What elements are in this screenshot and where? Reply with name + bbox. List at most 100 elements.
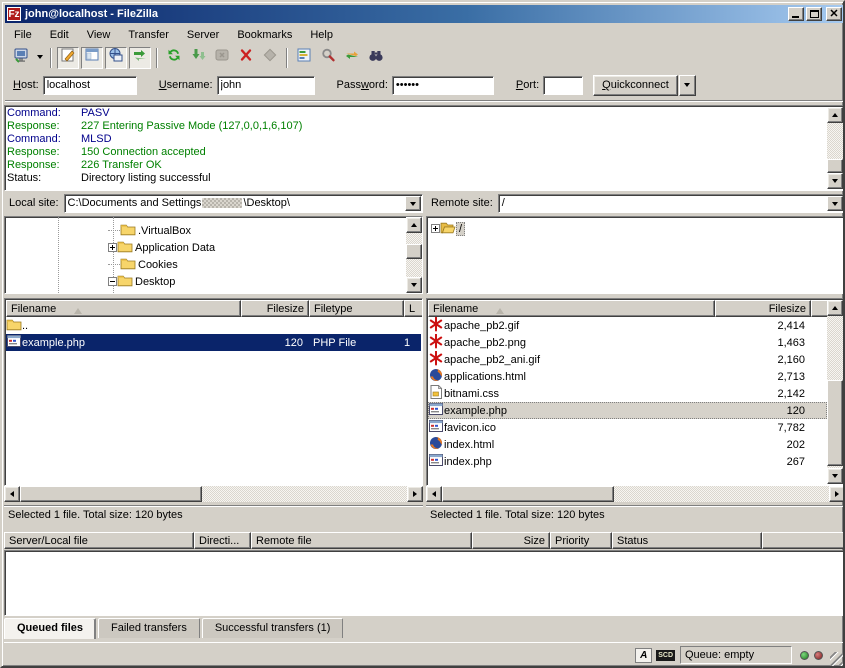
toggle-message-log-button[interactable] <box>57 47 79 69</box>
tree-expander-minus[interactable] <box>108 277 117 286</box>
scroll-thumb[interactable] <box>442 486 614 502</box>
file-row-apache-pb2-png[interactable]: apache_pb2.png1,463 <box>428 334 827 351</box>
scroll-thumb[interactable] <box>827 380 843 466</box>
tree-item-desktop[interactable]: Desktop <box>108 273 177 290</box>
scroll-right-button[interactable] <box>829 486 845 502</box>
scroll-thumb[interactable] <box>827 159 843 173</box>
host-input[interactable] <box>43 76 137 95</box>
column-header-filename[interactable]: Filename <box>6 300 241 317</box>
column-header-filesize[interactable]: Filesize <box>715 300 811 317</box>
menu-help[interactable]: Help <box>301 27 342 43</box>
menu-edit[interactable]: Edit <box>41 27 78 43</box>
disconnect-button[interactable] <box>235 47 257 69</box>
file-cell-size <box>241 317 309 334</box>
quickconnect-dropdown-button[interactable] <box>679 75 696 96</box>
local-file-list[interactable]: FilenameFilesizeFiletype L ..example.php1… <box>4 298 423 486</box>
find-files-button[interactable] <box>317 47 339 69</box>
scroll-up-button[interactable] <box>827 107 843 123</box>
file-row-bitnami-css[interactable]: bitnami.css2,142 <box>428 385 827 402</box>
local-site-dropdown-button[interactable] <box>405 196 421 211</box>
column-header-filesize[interactable]: Filesize <box>241 300 309 317</box>
site-manager-dropdown-button[interactable] <box>33 47 46 69</box>
queue-column-header-directi---[interactable]: Directi... <box>194 532 251 549</box>
column-header-l[interactable]: L <box>404 300 423 317</box>
file-row-example-php[interactable]: example.php120 <box>428 402 827 419</box>
tree-expander-plus[interactable] <box>431 224 440 233</box>
tree-item-cookies[interactable]: Cookies <box>108 256 180 273</box>
remote-list-hscrollbar[interactable] <box>426 486 845 502</box>
local-tree-vscrollbar[interactable] <box>406 217 422 293</box>
column-header-filename[interactable]: Filename <box>428 300 715 317</box>
menu-server[interactable]: Server <box>178 27 228 43</box>
scroll-left-button[interactable] <box>4 486 20 502</box>
local-site-combobox[interactable]: C:\Documents and Settings\Desktop\ <box>64 194 423 213</box>
process-queue-button[interactable] <box>187 47 209 69</box>
remote-list-vscrollbar[interactable] <box>827 300 843 484</box>
local-directory-tree[interactable]: .VirtualBoxApplication DataCookiesDeskto… <box>4 216 423 294</box>
file-row-favicon-ico[interactable]: favicon.ico7,782 <box>428 419 827 436</box>
file-row-applications-html[interactable]: applications.html2,713 <box>428 368 827 385</box>
password-input[interactable] <box>392 76 494 95</box>
toggle-local-tree-button[interactable] <box>81 47 103 69</box>
cancel-operation-button[interactable] <box>211 47 233 69</box>
tab-failed-transfers[interactable]: Failed transfers <box>98 618 200 638</box>
quickconnect-button[interactable]: Quickconnect <box>593 75 678 96</box>
remote-site-combobox[interactable]: / <box>498 194 845 213</box>
synchronized-browsing-button[interactable] <box>341 47 363 69</box>
column-header-label: L <box>409 303 415 315</box>
refresh-button[interactable] <box>163 47 185 69</box>
menu-file[interactable]: File <box>5 27 41 43</box>
indicator-badge-icon[interactable]: SCD <box>656 650 675 661</box>
filter-button[interactable] <box>365 47 387 69</box>
scroll-up-button[interactable] <box>406 217 422 233</box>
scroll-down-button[interactable] <box>827 468 843 484</box>
file-row-example-php[interactable]: example.php120PHP File1 <box>6 334 421 351</box>
menu-view[interactable]: View <box>78 27 120 43</box>
scroll-right-button[interactable] <box>407 486 423 502</box>
scroll-down-button[interactable] <box>406 277 422 293</box>
scroll-left-button[interactable] <box>426 486 442 502</box>
queue-column-header-size[interactable]: Size <box>472 532 550 549</box>
tab-queued-files[interactable]: Queued files <box>4 618 96 639</box>
resize-grip[interactable] <box>830 652 845 667</box>
log-vscrollbar[interactable] <box>827 107 843 189</box>
tab-successful-transfers--1-[interactable]: Successful transfers (1) <box>202 618 344 638</box>
local-list-hscrollbar[interactable] <box>4 486 423 502</box>
queue-column-header-server-local-file[interactable]: Server/Local file <box>4 532 194 549</box>
queue-column-header-status[interactable]: Status <box>612 532 762 549</box>
queue-column-header-priority[interactable]: Priority <box>550 532 612 549</box>
ascii-datatype-icon[interactable]: A <box>635 648 652 663</box>
remote-directory-tree[interactable]: / <box>426 216 845 294</box>
scroll-up-button[interactable] <box>827 300 843 316</box>
remote-file-list[interactable]: FilenameFilesize apache_pb2.gif2,414apac… <box>426 298 845 486</box>
reconnect-button[interactable] <box>259 47 281 69</box>
column-header-filetype[interactable]: Filetype <box>309 300 404 317</box>
tree-item-root[interactable]: / <box>431 220 465 237</box>
file-row-index-php[interactable]: index.php267 <box>428 453 827 470</box>
toggle-transfer-queue-button[interactable] <box>129 47 151 69</box>
file-row-index-html[interactable]: index.html202 <box>428 436 827 453</box>
title-bar[interactable]: Fz john@localhost - FileZilla ✕ <box>5 5 844 23</box>
remote-site-dropdown-button[interactable] <box>827 196 843 211</box>
directory-comparison-button[interactable] <box>293 47 315 69</box>
port-input[interactable] <box>543 76 583 95</box>
site-manager-button[interactable] <box>10 47 32 69</box>
scroll-down-button[interactable] <box>827 173 843 189</box>
scroll-thumb[interactable] <box>20 486 202 502</box>
close-button[interactable]: ✕ <box>826 7 842 21</box>
tree-item-application-data[interactable]: Application Data <box>108 239 217 256</box>
file-row-apache-pb2-ani-gif[interactable]: apache_pb2_ani.gif2,160 <box>428 351 827 368</box>
tree-expander-plus[interactable] <box>108 243 117 252</box>
file-row-apache-pb2-gif[interactable]: apache_pb2.gif2,414 <box>428 317 827 334</box>
minimize-button[interactable] <box>788 7 804 21</box>
tree-item--virtualbox[interactable]: .VirtualBox <box>108 222 193 239</box>
menu-transfer[interactable]: Transfer <box>119 27 178 43</box>
file-row---[interactable]: .. <box>6 317 421 334</box>
queue-body[interactable] <box>4 550 845 616</box>
menu-bookmarks[interactable]: Bookmarks <box>228 27 301 43</box>
username-input[interactable] <box>217 76 315 95</box>
scroll-thumb[interactable] <box>406 244 422 259</box>
queue-column-header-remote-file[interactable]: Remote file <box>251 532 472 549</box>
maximize-button[interactable] <box>806 7 822 21</box>
toggle-remote-tree-button[interactable] <box>105 47 127 69</box>
